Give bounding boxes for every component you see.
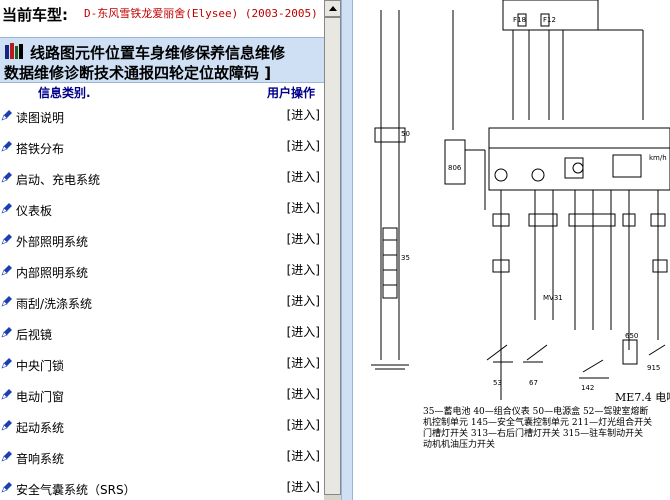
pencil-icon (1, 482, 12, 493)
list-item: 雨刮/洗涤系统 [进入] (0, 289, 324, 320)
legend-line: 35—蓄电池 40—组合仪表 50—电源盒 52—驾驶室熔断 (423, 407, 649, 417)
pencil-icon (1, 172, 12, 183)
enter-link[interactable]: [进入] (287, 478, 320, 495)
list-item: 后视镜 [进入] (0, 320, 324, 351)
svg-text:MV31: MV31 (543, 294, 563, 302)
nav-links-line1[interactable]: 线路图元件位置车身维修保养信息维修 (30, 42, 285, 63)
list-item: 起动系统 [进入] (0, 413, 324, 444)
item-label[interactable]: 雨刮/洗涤系统 (16, 295, 92, 312)
nav-menu: 线路图元件位置车身维修保养信息维修 数据维修诊断技术通报四轮定位故障码 ] (0, 37, 324, 83)
svg-text:53: 53 (493, 379, 502, 387)
books-icon (5, 43, 23, 59)
pencil-icon (1, 234, 12, 245)
item-label[interactable]: 外部照明系统 (16, 233, 88, 250)
enter-link[interactable]: [进入] (287, 261, 320, 278)
svg-text:806: 806 (448, 164, 462, 172)
legend-line: 门槽灯开关 313—右后门槽灯开关 315—驻车制动开关 (423, 429, 644, 439)
pencil-icon (1, 265, 12, 276)
pencil-icon (1, 420, 12, 431)
svg-text:650: 650 (625, 332, 638, 340)
svg-text:F12: F12 (543, 16, 556, 24)
pencil-icon (1, 203, 12, 214)
enter-link[interactable]: [进入] (287, 137, 320, 154)
wiring-diagram: F18 F12 50 806 35 53 67 142 650 915 MV31… (353, 0, 670, 500)
pencil-icon (1, 296, 12, 307)
enter-link[interactable]: [进入] (287, 199, 320, 216)
list-item: 外部照明系统 [进入] (0, 227, 324, 258)
item-label[interactable]: 启动、充电系统 (16, 171, 100, 188)
frame-divider[interactable] (341, 0, 353, 500)
scroll-thumb[interactable] (324, 17, 341, 495)
list-item: 电动门窗 [进入] (0, 382, 324, 413)
column-header-category: 信息类别. (38, 86, 91, 100)
enter-link[interactable]: [进入] (287, 292, 320, 309)
column-header-action: 用户操作 (267, 86, 316, 100)
item-label[interactable]: 仪表板 (16, 202, 52, 219)
item-label[interactable]: 内部照明系统 (16, 264, 88, 281)
item-label[interactable]: 电动门窗 (16, 388, 64, 405)
diagram-title: ME7.4 电喷 (615, 391, 670, 404)
item-label[interactable]: 起动系统 (16, 419, 64, 436)
vertical-scrollbar[interactable] (324, 0, 341, 500)
enter-link[interactable]: [进入] (287, 447, 320, 464)
diagram-legend: 35—蓄电池 40—组合仪表 50—电源盒 52—驾驶室熔断 机控制单元 145… (423, 407, 670, 451)
enter-link[interactable]: [进入] (287, 385, 320, 402)
item-label[interactable]: 安全气囊系统（SRS） (16, 481, 136, 498)
item-label[interactable]: 后视镜 (16, 326, 52, 343)
list-item: 读图说明 [进入] (0, 103, 324, 134)
enter-link[interactable]: [进入] (287, 230, 320, 247)
model-bar: 当前车型: D-东风雪铁龙爱丽舍(Elysee) (2003-2005) (0, 0, 324, 36)
svg-text:km/h: km/h (649, 154, 667, 162)
legend-line: 动机机油压力开关 (423, 440, 496, 450)
list-item: 音响系统 [进入] (0, 444, 324, 475)
nav-links-line2[interactable]: 数据维修诊断技术通报四轮定位故障码 ] (4, 62, 271, 83)
pencil-icon (1, 327, 12, 338)
category-list: 读图说明 [进入] 搭铁分布 [进入] 启动、充电系统 [进入] 仪表板 [进入] 外部照明系统… (0, 103, 324, 500)
list-item: 搭铁分布 [进入] (0, 134, 324, 165)
item-label[interactable]: 中央门锁 (16, 357, 64, 374)
pencil-icon (1, 141, 12, 152)
legend-line: 机控制单元 145—安全气囊控制单元 211—灯光组合开关 (423, 418, 653, 428)
enter-link[interactable]: [进入] (287, 323, 320, 340)
pencil-icon (1, 389, 12, 400)
enter-link[interactable]: [进入] (287, 416, 320, 433)
scroll-up-arrow-icon[interactable] (324, 0, 341, 17)
svg-text:F18: F18 (513, 16, 526, 24)
model-value[interactable]: D-东风雪铁龙爱丽舍(Elysee) (2003-2005) (84, 7, 320, 20)
list-item: 仪表板 [进入] (0, 196, 324, 227)
item-label[interactable]: 音响系统 (16, 450, 64, 467)
svg-text:67: 67 (529, 379, 538, 387)
enter-link[interactable]: [进入] (287, 168, 320, 185)
svg-text:35: 35 (401, 254, 410, 262)
list-item: 启动、充电系统 [进入] (0, 165, 324, 196)
list-item: 内部照明系统 [进入] (0, 258, 324, 289)
pencil-icon (1, 110, 12, 121)
svg-text:915: 915 (647, 364, 660, 372)
enter-link[interactable]: [进入] (287, 354, 320, 371)
svg-text:142: 142 (581, 384, 594, 392)
pencil-icon (1, 358, 12, 369)
svg-text:50: 50 (401, 130, 410, 138)
list-item: 安全气囊系统（SRS） [进入] (0, 475, 324, 500)
item-label[interactable]: 搭铁分布 (16, 140, 64, 157)
enter-link[interactable]: [进入] (287, 106, 320, 123)
list-item: 中央门锁 [进入] (0, 351, 324, 382)
item-label[interactable]: 读图说明 (16, 109, 64, 126)
pencil-icon (1, 451, 12, 462)
model-label: 当前车型: (2, 6, 68, 24)
left-panel: 当前车型: D-东风雪铁龙爱丽舍(Elysee) (2003-2005) 线路图… (0, 0, 324, 500)
